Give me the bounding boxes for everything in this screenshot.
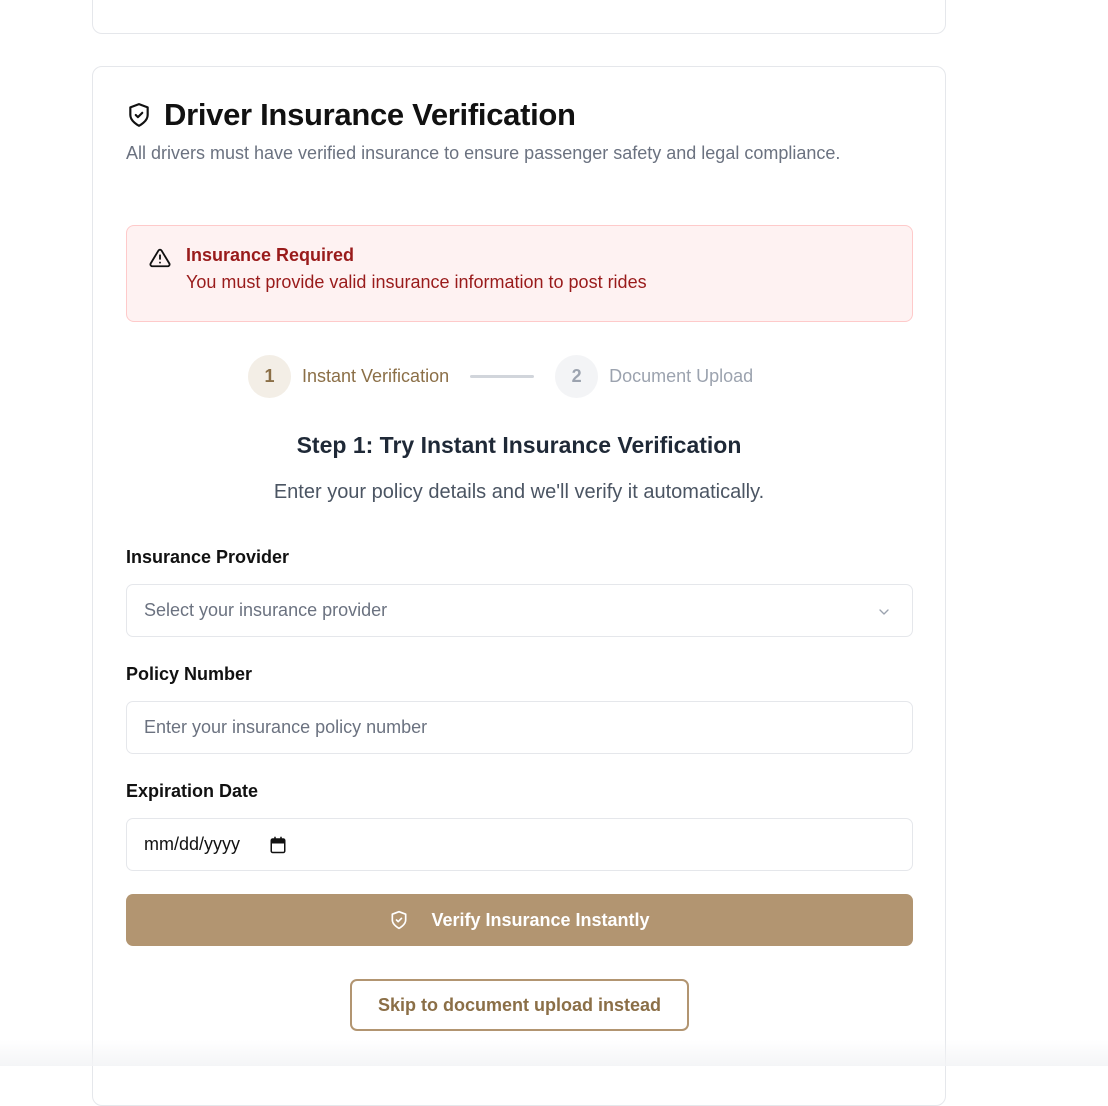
insurance-verification-card: Driver Insurance Verification All driver… [92,66,946,1106]
step-1-number: 1 [248,354,291,398]
warning-triangle-icon [149,248,171,268]
expiration-date-input[interactable]: mm/dd/yyyy [126,818,913,871]
scroll-fade [0,1040,1108,1066]
stepper: 1 Instant Verification 2 Document Upload [248,354,754,398]
calendar-icon[interactable] [269,836,287,854]
provider-placeholder: Select your insurance provider [144,600,388,620]
page-title: Driver Insurance Verification [164,97,576,132]
step-1-label: Instant Verification [302,365,450,386]
verify-insurance-button[interactable]: Verify Insurance Instantly [126,894,913,946]
skip-to-upload-button[interactable]: Skip to document upload instead [350,979,689,1031]
policy-placeholder: Enter your insurance policy number [144,717,428,737]
skip-button-label: Skip to document upload instead [377,994,662,1015]
step-2-number: 2 [555,354,599,398]
step-2-label: Document Upload [609,365,754,386]
provider-label: Insurance Provider [126,547,290,567]
previous-card [92,0,946,34]
policy-label: Policy Number [126,664,253,684]
policy-number-input[interactable]: Enter your insurance policy number [126,701,913,754]
insurance-provider-select[interactable]: Select your insurance provider [126,584,913,637]
page-subtitle: All drivers must have verified insurance… [126,143,841,163]
shield-check-icon [129,103,149,127]
verify-button-label: Verify Insurance Instantly [431,909,650,930]
expiration-label: Expiration Date [126,781,259,801]
shield-check-icon [391,910,407,930]
insurance-required-alert: Insurance Required You must provide vali… [126,225,913,322]
chevron-down-icon [879,609,889,615]
card-header: Driver Insurance Verification [126,97,576,133]
alert-message: You must provide valid insurance informa… [186,272,647,292]
step-description: Enter your policy details and we'll veri… [273,481,765,503]
date-placeholder: mm/dd/yyyy [144,834,241,854]
step-heading: Step 1: Try Instant Insurance Verificati… [296,432,742,458]
step-connector [470,374,535,378]
alert-title: Insurance Required [186,245,355,265]
